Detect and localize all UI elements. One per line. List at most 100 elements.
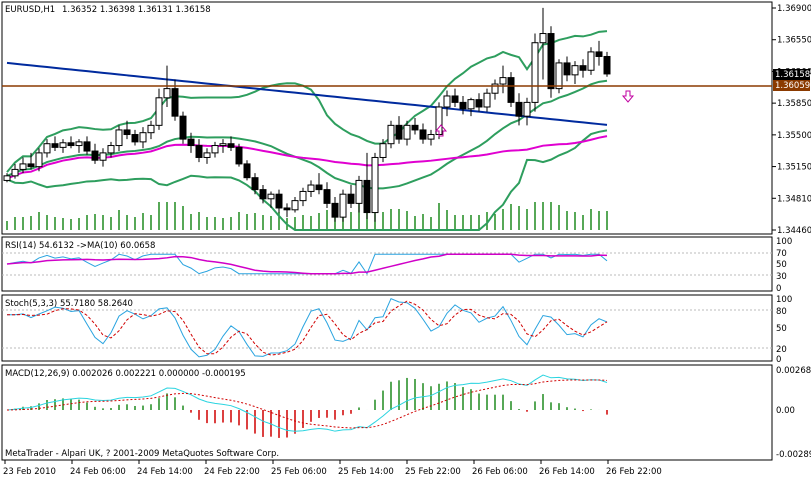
candle-body — [571, 65, 579, 76]
candle-body — [539, 33, 547, 44]
macd-axis-zero: 0.00 — [776, 406, 795, 416]
candle-body — [243, 163, 251, 179]
time-axis-label: 26 Feb 22:00 — [606, 467, 662, 477]
candle-body — [179, 115, 187, 140]
current-price-label: 1.36158 — [775, 70, 810, 80]
candle-body — [267, 193, 275, 200]
candle-body — [91, 150, 99, 161]
price-axis-label: 1.36900 — [777, 4, 811, 14]
time-axis-label: 24 Feb 22:00 — [204, 467, 260, 477]
candle-body — [187, 138, 195, 147]
candle-body — [75, 141, 83, 147]
candle-body — [131, 134, 139, 143]
candle-body — [395, 124, 403, 140]
candle-body — [371, 156, 379, 214]
candle-body — [451, 95, 459, 103]
candle-body — [347, 193, 355, 204]
copyright-text: MetaTrader - Alpari UK, ? 2001-2009 Meta… — [5, 449, 279, 459]
candle-body — [19, 163, 27, 170]
candle-body — [563, 62, 571, 76]
candle-body — [123, 129, 131, 136]
stoch-axis-50: 50 — [776, 324, 787, 334]
candle-body — [11, 168, 19, 177]
candle-body — [315, 184, 323, 191]
candle-body — [3, 175, 11, 181]
time-axis-label: 24 Feb 14:00 — [137, 467, 193, 477]
candle-body — [523, 101, 531, 117]
price-axis-label: 1.35150 — [777, 163, 811, 173]
candle-body — [171, 88, 179, 117]
time-axis-label: 23 Feb 2010 — [3, 467, 56, 477]
price-axis-label: 1.34460 — [777, 226, 811, 236]
candle-body — [59, 142, 67, 148]
candle-body — [155, 97, 163, 126]
macd-axis-bottom: -0.00289 — [776, 450, 811, 460]
time-axis-label: 26 Feb 06:00 — [472, 467, 528, 477]
candle-body — [227, 143, 235, 148]
stoch-axis-80: 80 — [776, 307, 787, 317]
candle-body — [403, 124, 411, 140]
rsi-axis-70: 70 — [776, 249, 787, 259]
price-axis-label: 1.36550 — [777, 36, 811, 46]
candle-body — [115, 129, 123, 147]
candle-body — [331, 202, 339, 218]
candle-body — [379, 143, 387, 158]
stoch-axis-100: 100 — [776, 295, 792, 305]
candle-body — [211, 145, 219, 154]
stoch-label: Stoch(5,3,3) 55.7180 58.2640 — [5, 299, 133, 309]
candle-body — [307, 184, 315, 192]
price-axis-label: 1.35850 — [777, 99, 811, 109]
candle-body — [291, 200, 299, 211]
candle-body — [107, 145, 115, 154]
candle-body — [67, 142, 75, 147]
candle-body — [579, 65, 587, 71]
candle-body — [587, 51, 595, 71]
candle-body — [443, 95, 451, 108]
candle-body — [323, 189, 331, 204]
time-axis-label: 25 Feb 14:00 — [338, 467, 394, 477]
candle-body — [387, 124, 395, 145]
candle-body — [195, 145, 203, 158]
candle-body — [419, 129, 427, 140]
candle-body — [603, 55, 611, 75]
candle-body — [427, 134, 435, 140]
candle-body — [483, 92, 491, 108]
candle-body — [147, 124, 155, 134]
candle-body — [163, 88, 171, 99]
chart-background — [0, 0, 811, 479]
symbol-header: EURUSD,H1 — [5, 5, 55, 15]
candle-body — [99, 152, 107, 161]
candle-body — [547, 33, 555, 90]
candle-body — [27, 163, 35, 168]
candle-body — [299, 190, 307, 202]
candle-body — [35, 152, 43, 168]
candle-body — [139, 132, 147, 143]
time-axis-label: 25 Feb 06:00 — [271, 467, 327, 477]
stoch-axis-0: 0 — [776, 355, 781, 365]
candle-body — [219, 143, 227, 147]
candle-body — [275, 193, 283, 209]
rsi-axis-0: 0 — [776, 284, 781, 294]
rsi-label: RSI(14) 54.6132 ->MA(10) 60.0658 — [5, 241, 155, 251]
candle-body — [83, 141, 91, 152]
rsi-axis-100: 100 — [776, 237, 792, 247]
candle-body — [515, 101, 523, 117]
candle-body — [531, 42, 539, 103]
candle-body — [555, 62, 563, 90]
metatrader-chart-window[interactable]: EURUSD,H1 1.36352 1.36398 1.36131 1.3615… — [0, 0, 811, 479]
ohlc-values: 1.36352 1.36398 1.36131 1.36158 — [62, 5, 211, 15]
candle-body — [283, 207, 291, 211]
price-axis-label: 1.34810 — [777, 194, 811, 204]
candle-body — [459, 101, 467, 110]
candle-body — [355, 179, 363, 204]
candle-body — [411, 124, 419, 131]
candle-body — [251, 177, 259, 191]
candle-body — [235, 146, 243, 165]
rsi-axis-50: 50 — [776, 260, 787, 270]
candle-body — [363, 179, 371, 214]
rsi-axis-30: 30 — [776, 272, 787, 282]
macd-label: MACD(12,26,9) 0.002026 0.002221 0.000000… — [5, 369, 246, 379]
macd-axis-top: 0.00268 — [776, 366, 811, 376]
line-price-label: 1.36059 — [775, 81, 810, 91]
price-axis-label: 1.35500 — [777, 131, 811, 141]
